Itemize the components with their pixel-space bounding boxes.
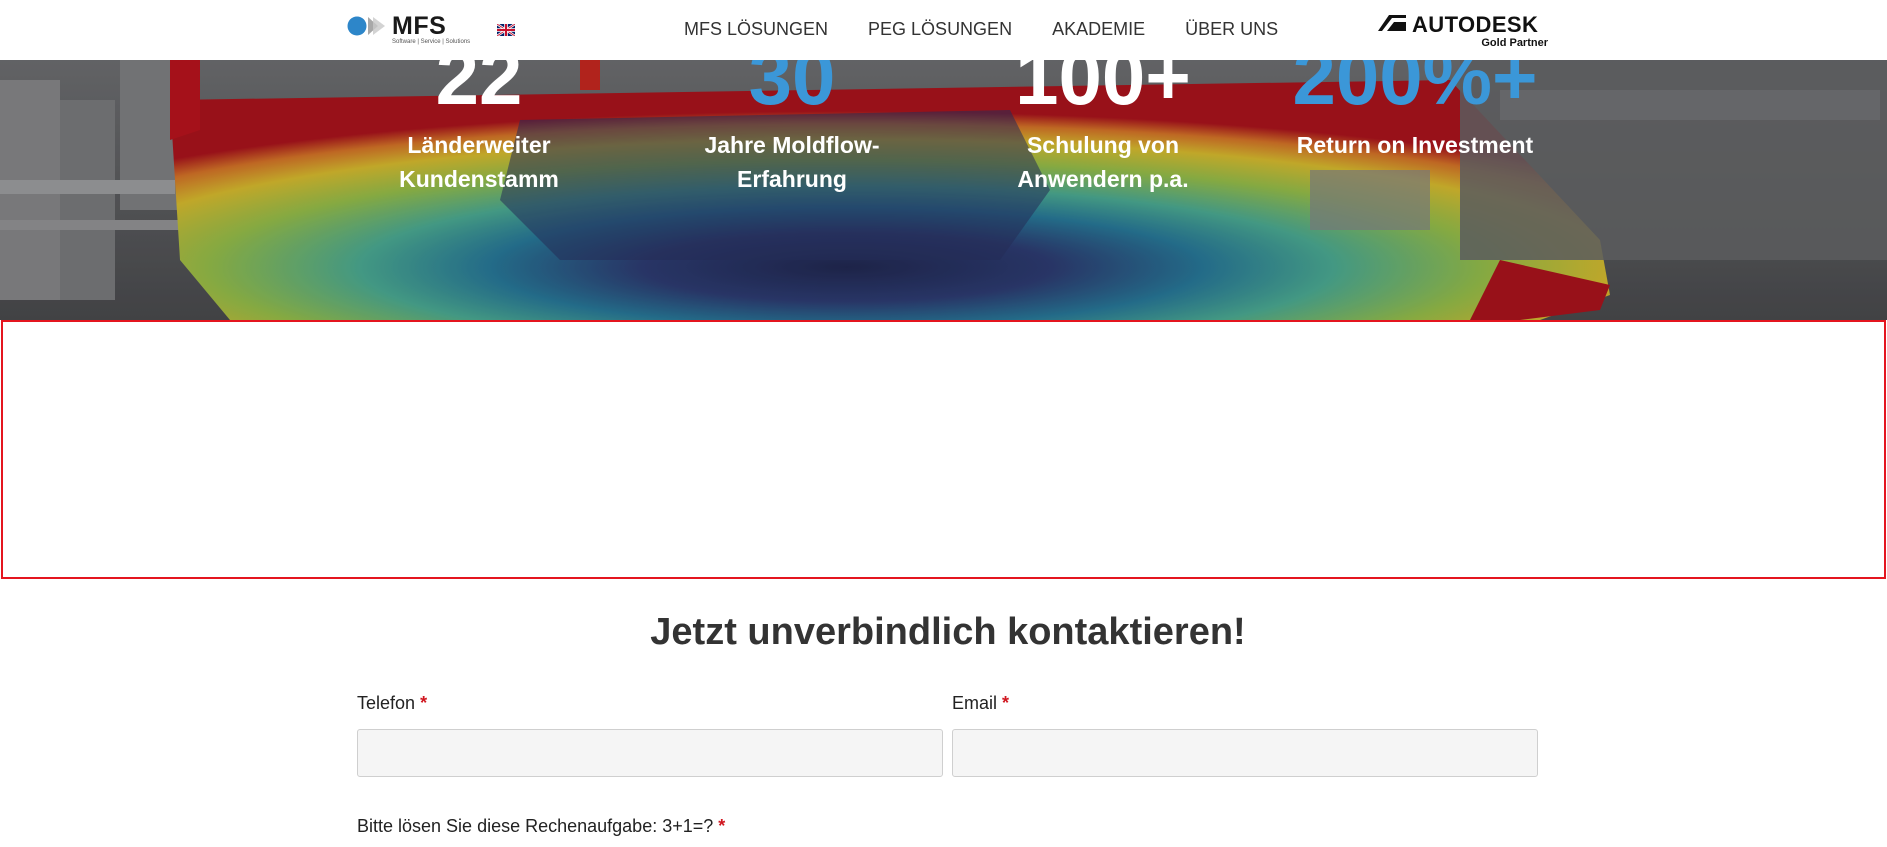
highlighted-content-area	[1, 320, 1886, 579]
nav-mfs-loesungen[interactable]: MFS LÖSUNGEN	[684, 19, 828, 40]
mfs-logo-icon	[347, 16, 385, 36]
phone-label-text: Telefon	[357, 693, 416, 713]
stat-label: Jahre Moldflow-Erfahrung	[704, 132, 880, 192]
autodesk-gold-partner-logo[interactable]: AUTODESK Gold Partner	[1378, 12, 1548, 50]
stat-number: 30	[748, 60, 836, 121]
captcha-label-text: Bitte lösen Sie diese Rechenaufgabe: 3+1…	[357, 816, 714, 836]
stat-number: 100+	[1015, 60, 1191, 121]
hero-stats-section: 22 Länderweiter Kundenstamm 30 Jahre Mol…	[0, 60, 1887, 320]
partner-subtitle: Gold Partner	[1481, 37, 1548, 49]
main-navigation: MFS LÖSUNGEN PEG LÖSUNGEN AKADEMIE ÜBER …	[684, 19, 1318, 40]
stat-label: Länderweiter Kundenstamm	[399, 132, 559, 192]
nav-akademie[interactable]: AKADEMIE	[1052, 19, 1145, 40]
logo-tagline: Software | Service | Solutions	[392, 39, 471, 45]
site-header: MFS Software | Service | Solutions MFS L…	[0, 0, 1887, 60]
nav-peg-loesungen[interactable]: PEG LÖSUNGEN	[868, 19, 1012, 40]
phone-label: Telefon *	[357, 693, 427, 714]
nav-ueber-uns[interactable]: ÜBER UNS	[1185, 19, 1278, 40]
stat-label: Return on Investment	[1296, 132, 1534, 158]
email-label: Email *	[952, 693, 1009, 714]
mold-simulation-background	[0, 60, 1887, 320]
email-label-text: Email	[952, 693, 998, 713]
stat-number: 200%+	[1292, 60, 1538, 121]
captcha-label: Bitte lösen Sie diese Rechenaufgabe: 3+1…	[357, 816, 725, 837]
partner-name: AUTODESK	[1412, 12, 1539, 37]
stat-number: 22	[435, 60, 523, 121]
mfs-logo[interactable]: MFS Software | Service | Solutions	[347, 12, 477, 48]
required-marker: *	[718, 816, 726, 836]
logo-text: MFS	[392, 12, 447, 40]
autodesk-mark-icon	[1378, 15, 1406, 31]
email-input[interactable]	[952, 729, 1538, 777]
required-marker: *	[1002, 693, 1010, 713]
stat-label: Schulung von Anwendern p.a.	[1017, 132, 1189, 192]
uk-flag-icon[interactable]	[497, 24, 515, 36]
phone-input[interactable]	[357, 729, 943, 777]
required-marker: *	[420, 693, 428, 713]
contact-title: Jetzt unverbindlich kontaktieren!	[650, 611, 1246, 653]
